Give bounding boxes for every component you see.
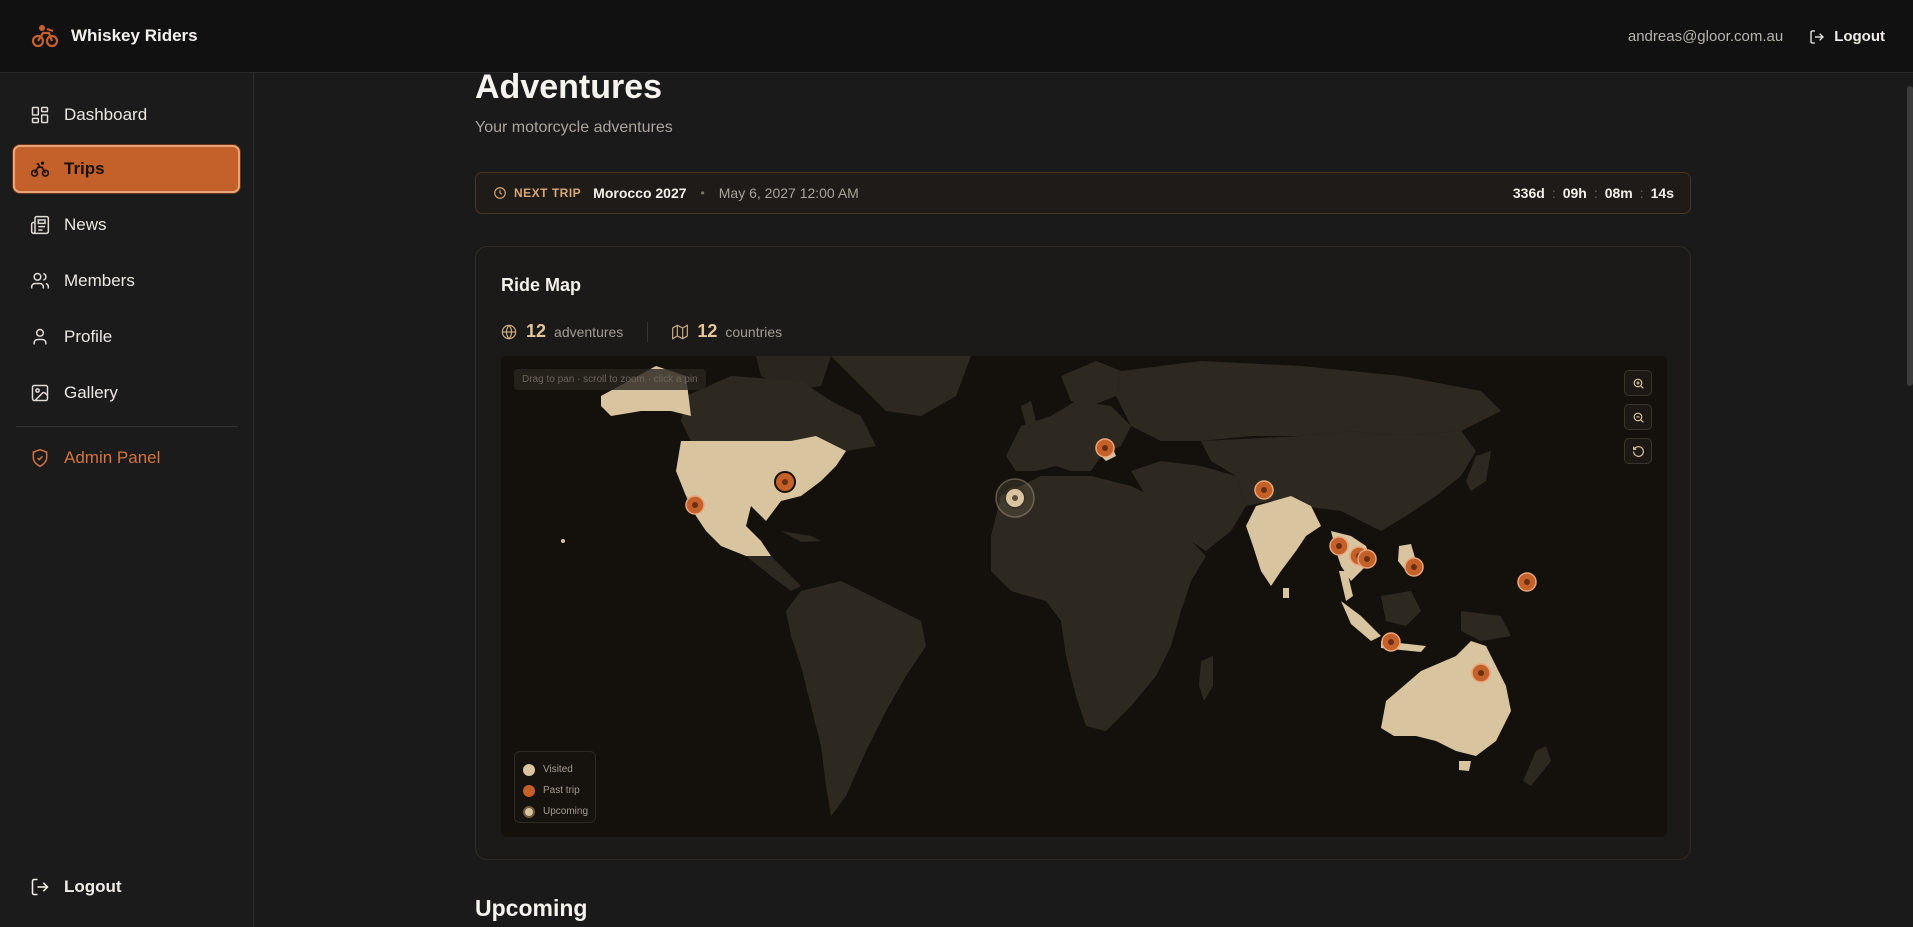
sidebar-item-dashboard[interactable]: Dashboard: [13, 91, 240, 139]
zoom-in-icon: [1633, 378, 1644, 389]
world-map-canvas[interactable]: [501, 356, 1667, 837]
legend-item-visited: Visited: [523, 759, 595, 780]
reset-icon: [1632, 445, 1644, 457]
stats-divider: [647, 321, 649, 342]
header-actions: andreas@gloor.com.au Logout: [1628, 0, 1885, 73]
countdown-hours: 09h: [1562, 185, 1587, 201]
user-email: andreas@gloor.com.au: [1627, 28, 1784, 45]
sri-lanka: [1283, 588, 1289, 598]
adventures-stat: 12 adventures: [501, 321, 623, 342]
shield-icon: [32, 448, 48, 468]
next-trip-banner[interactable]: NEXT TRIP Morocco 2027 • May 6, 2027 12:…: [475, 172, 1691, 214]
sidebar-divider: [16, 426, 238, 427]
legend-swatch: [523, 784, 535, 797]
trip-pin[interactable]: [774, 471, 796, 493]
user-icon: [33, 328, 47, 345]
sidebar-item-admin-panel[interactable]: Admin Panel: [13, 434, 240, 482]
trip-pin[interactable]: [685, 495, 705, 515]
globe-icon: [501, 324, 517, 340]
top-bar: Whiskey Riders andreas@gloor.com.au Logo…: [0, 0, 1913, 73]
bike-icon: [30, 161, 50, 177]
page-title: Adventures: [475, 68, 663, 106]
logout-icon: [1810, 29, 1825, 44]
sidebar-item-label: Admin Panel: [64, 448, 161, 467]
page-subtitle: Your motorcycle adventures: [475, 119, 673, 136]
sidebar-item-label: Profile: [64, 327, 113, 346]
image-icon: [31, 384, 49, 402]
legend-swatch: [523, 763, 535, 776]
clock-icon: [494, 187, 506, 199]
legend-item-upcoming: Upcoming: [523, 801, 595, 822]
separator-dot: •: [700, 186, 705, 200]
countries-label: countries: [725, 323, 783, 340]
sidebar-item-gallery[interactable]: Gallery: [13, 369, 240, 417]
legend-swatch: [523, 805, 535, 818]
tasmania: [1459, 761, 1471, 771]
page-scrollbar[interactable]: [1907, 86, 1913, 386]
app-name: Whiskey Riders: [71, 26, 198, 45]
trip-pin[interactable]: [1404, 557, 1424, 577]
map-legend: Visited Past trip Upcoming: [514, 751, 596, 823]
newspaper-icon: [30, 215, 50, 235]
trip-pin[interactable]: [1254, 480, 1274, 500]
countdown-timer: 336d : 09h : 08m : 14s: [1512, 185, 1674, 201]
sidebar-logout-label: Logout: [64, 877, 122, 896]
ride-map-card: Ride Map 12 adventures 12 countries Drag…: [475, 246, 1691, 860]
sidebar-item-members[interactable]: Members: [13, 257, 240, 305]
next-trip-name: Morocco 2027: [593, 185, 687, 201]
countries-stat: 12 countries: [672, 321, 782, 342]
header-logout-button[interactable]: Logout: [1809, 28, 1885, 45]
trip-pin[interactable]: [1329, 536, 1349, 556]
sidebar-logout-button[interactable]: Logout: [13, 867, 240, 907]
brand[interactable]: Whiskey Riders: [31, 22, 198, 50]
ride-map-stats: 12 adventures 12 countries: [501, 321, 782, 342]
legend-item-past-trip: Past trip: [523, 780, 595, 801]
sidebar-item-profile[interactable]: Profile: [13, 313, 240, 361]
motorcycle-logo-icon: [31, 25, 59, 48]
sidebar-item-label: News: [64, 215, 107, 234]
hawaii: [561, 539, 565, 543]
sidebar-item-news[interactable]: News: [13, 201, 240, 249]
trip-pin[interactable]: [1381, 632, 1401, 652]
trip-pin[interactable]: [1471, 663, 1491, 683]
adventures-count: 12: [526, 321, 547, 341]
adventures-label: adventures: [554, 323, 624, 340]
countries-count: 12: [697, 321, 718, 341]
countdown-days: 336d: [1512, 185, 1545, 201]
logout-icon: [31, 878, 49, 896]
trip-pin[interactable]: [1517, 572, 1537, 592]
users-icon: [30, 272, 50, 289]
countdown-seconds: 14s: [1650, 185, 1674, 201]
upcoming-trip-pin[interactable]: [995, 478, 1035, 518]
zoom-out-button[interactable]: [1624, 404, 1652, 430]
sidebar-item-label: Members: [64, 271, 135, 290]
trip-pin[interactable]: [1357, 549, 1377, 569]
zoom-out-icon: [1633, 412, 1644, 423]
reset-view-button[interactable]: [1624, 438, 1652, 464]
dashboard-icon: [31, 106, 49, 124]
zoom-in-button[interactable]: [1624, 370, 1652, 396]
map-icon: [672, 323, 689, 340]
sidebar-item-label: Gallery: [64, 383, 118, 402]
trip-pin[interactable]: [1095, 438, 1115, 458]
sidebar-item-label: Dashboard: [64, 105, 148, 124]
ride-map-title: Ride Map: [501, 275, 582, 295]
next-trip-date: May 6, 2027 12:00 AM: [718, 185, 859, 201]
sidebar-item-trips[interactable]: Trips: [13, 145, 240, 193]
upcoming-section-title: Upcoming: [475, 895, 588, 921]
next-trip-label: NEXT TRIP: [493, 186, 581, 200]
header-logout-label: Logout: [1834, 28, 1885, 45]
world-map[interactable]: Drag to pan · scroll to zoom · click a p…: [501, 356, 1667, 837]
sidebar-item-label: Trips: [64, 159, 105, 178]
countdown-minutes: 08m: [1604, 185, 1633, 201]
map-hint: Drag to pan · scroll to zoom · click a p…: [514, 369, 706, 390]
sidebar: Dashboard Trips News Members Profile Gal…: [0, 73, 254, 927]
